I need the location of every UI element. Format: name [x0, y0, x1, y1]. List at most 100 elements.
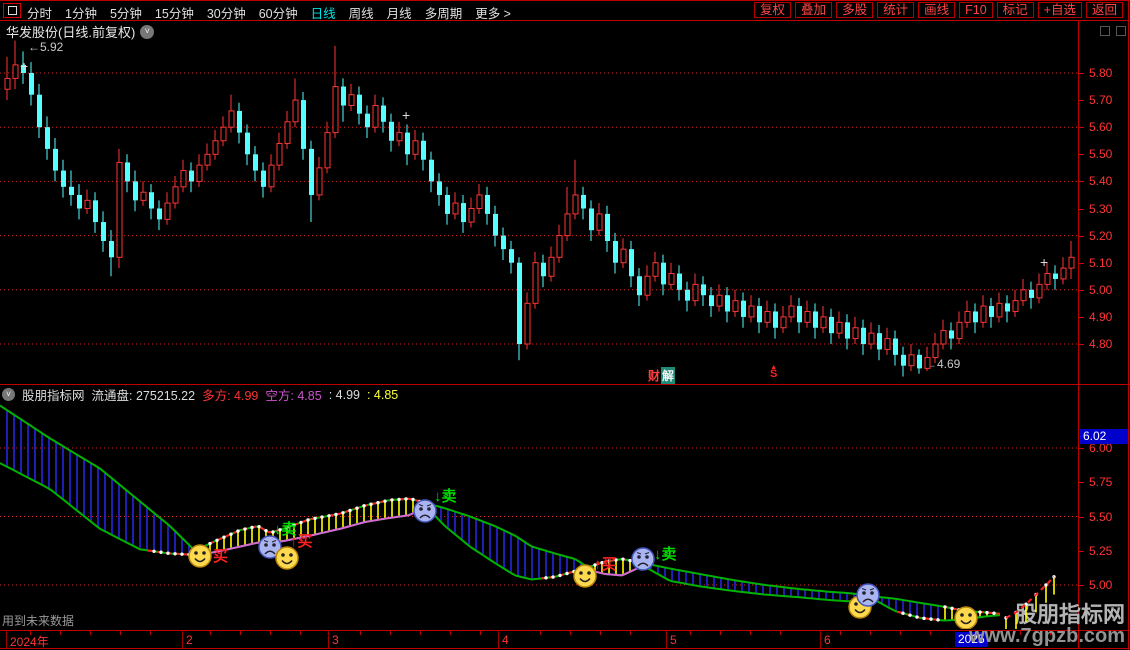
- y-tick: [1079, 448, 1084, 449]
- minor-tick: [690, 631, 691, 635]
- candle: [341, 78, 346, 122]
- candle: [116, 148, 123, 269]
- minor-tick: [930, 631, 931, 635]
- y-axis-label: 5.25: [1089, 544, 1113, 558]
- band-hatch: [6, 410, 995, 621]
- candle: [973, 303, 978, 334]
- chevron-down-icon[interactable]: ˅: [2, 388, 15, 401]
- y-tick: [1079, 551, 1084, 552]
- candle: [189, 162, 194, 193]
- candle: [109, 230, 114, 277]
- minor-tick: [870, 631, 871, 635]
- candle: [84, 189, 91, 214]
- minor-tick: [60, 631, 61, 635]
- action-button-5[interactable]: F10: [959, 2, 993, 18]
- y-axis-label: 5.50: [1089, 147, 1113, 161]
- main-price-axis: 5.80 5.70 5.60 5.50 5.40 5.30 5.20 5.10 5.00 4.90…: [1079, 39, 1130, 384]
- band-upper-line: [0, 404, 1001, 615]
- layout-icon[interactable]: [3, 3, 21, 18]
- cross-mark: +: [1040, 254, 1049, 270]
- action-button-7[interactable]: +自选: [1037, 2, 1082, 18]
- candle: [732, 289, 739, 317]
- month-divider: [666, 631, 667, 648]
- indicator-current-value-box: 6.02: [1080, 429, 1130, 444]
- action-buttons: 复权 叠加 多股 统计 画线 F10 标记 +自选 返回: [754, 2, 1123, 18]
- action-button-2[interactable]: 多股: [836, 2, 874, 18]
- candle: [149, 184, 154, 220]
- candle: [53, 138, 58, 182]
- band-indicator-chart[interactable]: 买↓卖↑买↓卖↑买↓卖: [0, 403, 1078, 629]
- candle: [741, 292, 746, 328]
- float-cap-value: 流通盘: 275215.22: [91, 389, 196, 403]
- candle: [836, 311, 843, 339]
- action-button-1[interactable]: 叠加: [795, 2, 833, 18]
- signal-label: 买: [213, 548, 228, 565]
- pane-icon[interactable]: [1100, 26, 1110, 36]
- chevron-down-icon[interactable]: ˅: [140, 24, 155, 39]
- candle: [212, 129, 219, 160]
- candle: [773, 303, 778, 339]
- candle: [1005, 295, 1010, 323]
- candle: [381, 97, 386, 133]
- period-toolbar: 分时 1分钟 5分钟 15分钟 30分钟 60分钟 日线 周线 月线 多周期 更多 > 复权 叠加 多股…: [0, 1, 1130, 21]
- action-button-4[interactable]: 画线: [918, 2, 956, 18]
- candle: [77, 184, 82, 220]
- candle: [324, 121, 331, 174]
- bear-side-value: 空方: 4.85: [265, 389, 322, 403]
- candle: [620, 238, 627, 269]
- candle: [253, 146, 258, 182]
- candle: [861, 319, 866, 355]
- action-button-0[interactable]: 复权: [754, 2, 792, 18]
- y-tick: [1079, 100, 1084, 101]
- candle: [172, 175, 179, 209]
- candle: [532, 251, 539, 309]
- candle: [788, 295, 795, 323]
- y-tick: [1079, 517, 1084, 518]
- candle: [389, 113, 394, 152]
- candle: [596, 203, 603, 236]
- candle: [501, 227, 506, 260]
- candle: [164, 192, 171, 225]
- candle: [637, 268, 642, 307]
- candle: [589, 200, 594, 242]
- candle: [524, 292, 531, 350]
- candle: [45, 116, 50, 160]
- candle: [629, 241, 634, 288]
- candle: [316, 157, 323, 201]
- minor-tick: [120, 631, 121, 635]
- candle: [348, 83, 355, 111]
- candle: [429, 151, 434, 193]
- time-axis[interactable]: 2024年 2 3 4 5 6 2025: [0, 630, 1130, 649]
- pane-control-icons: [1100, 26, 1126, 36]
- y-tick: [1079, 181, 1084, 182]
- candle: [220, 116, 227, 147]
- month-divider: [328, 631, 329, 648]
- month-divider: [498, 631, 499, 648]
- main-candlestick-chart[interactable]: [0, 39, 1078, 384]
- candle: [901, 346, 906, 377]
- action-button-8[interactable]: 返回: [1085, 2, 1123, 18]
- candle: [309, 140, 314, 223]
- candle: [996, 292, 1003, 323]
- candle: [228, 94, 235, 133]
- candle: [421, 132, 426, 171]
- candle: [445, 186, 450, 225]
- action-button-3[interactable]: 统计: [877, 2, 915, 18]
- app-window: 分时 1分钟 5分钟 15分钟 30分钟 60分钟 日线 周线 月线 多周期 更多 > 复权 叠加 多股…: [0, 0, 1130, 650]
- toolbar-divider: [0, 20, 1130, 21]
- candle: [541, 254, 546, 288]
- bull-side-value: 多方: 4.99: [202, 389, 259, 403]
- y-tick: [1079, 127, 1084, 128]
- action-button-6[interactable]: 标记: [996, 2, 1034, 18]
- candle: [140, 181, 147, 206]
- candle: [301, 91, 306, 160]
- y-axis-label: 4.80: [1089, 337, 1113, 351]
- candle: [180, 159, 187, 193]
- candle: [661, 254, 666, 296]
- minor-tick: [840, 631, 841, 635]
- x-axis-label: 3: [332, 633, 339, 647]
- pane-icon[interactable]: [1116, 26, 1126, 36]
- y-axis-label: 4.90: [1089, 310, 1113, 324]
- candle: [677, 265, 682, 301]
- watermark-url: www.7gpzb.com: [969, 625, 1125, 647]
